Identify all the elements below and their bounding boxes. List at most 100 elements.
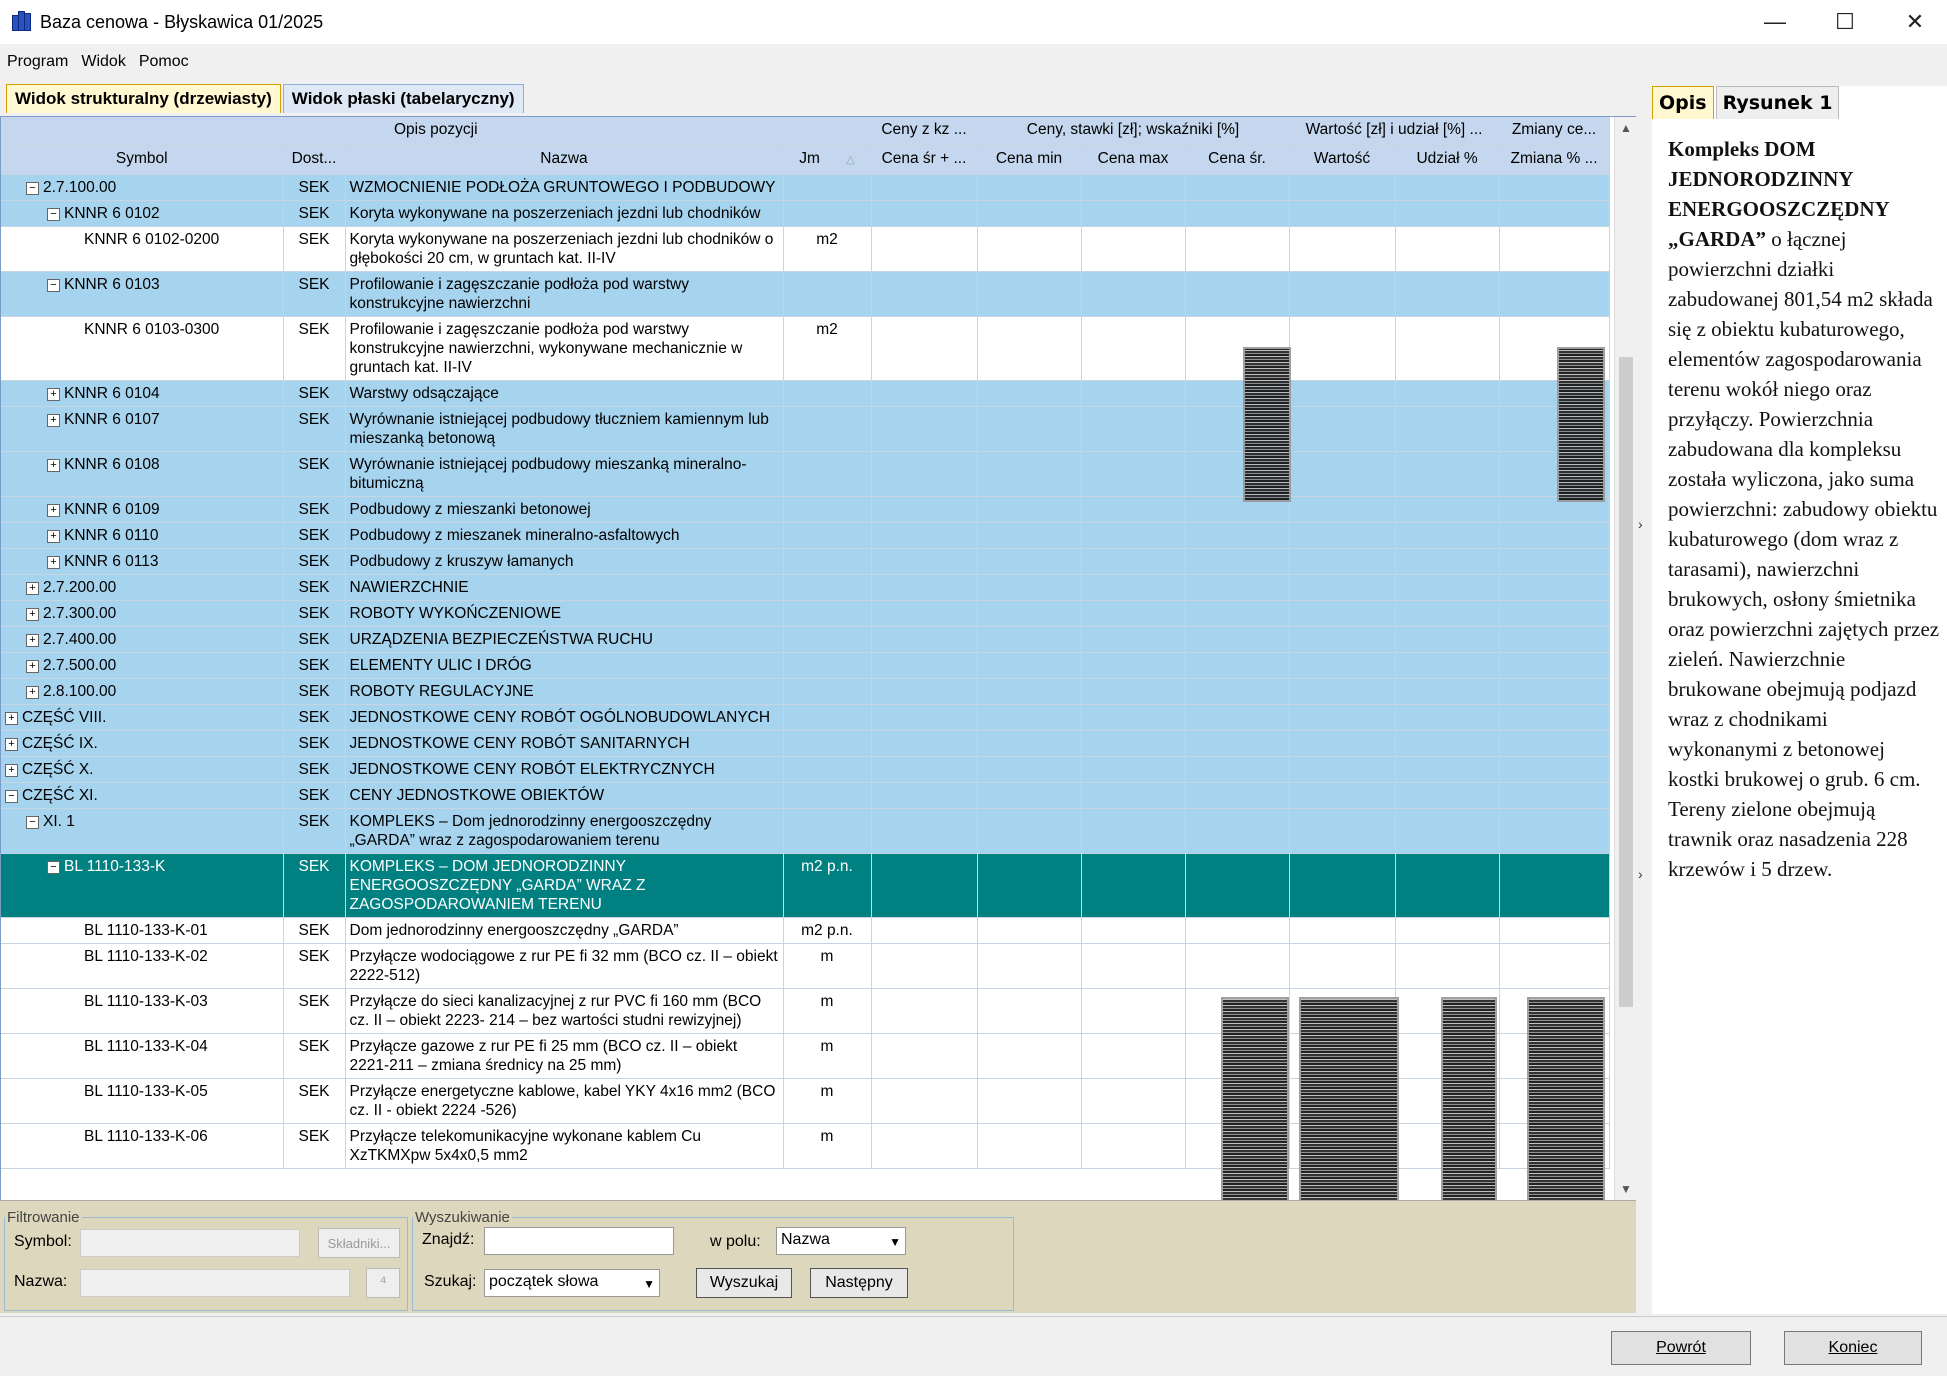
scroll-up-icon[interactable]: ▲ (1615, 121, 1637, 135)
symbol-cell[interactable]: BL 1110-133-K-02 (1, 943, 284, 989)
nazwa-filter-apply-button[interactable]: ⁴ (366, 1268, 400, 1298)
collapse-arrow-icon[interactable]: › (1638, 516, 1643, 532)
table-row[interactable]: −2.7.100.00 SEK WZMOCNIENIE PODŁOŻA GRUNTO… (1, 174, 1610, 201)
scrollbar-thumb[interactable] (1619, 357, 1633, 1007)
symbol-filter-input[interactable] (80, 1229, 300, 1257)
collapse-icon[interactable]: − (5, 790, 18, 803)
symbol-cell[interactable]: +2.7.400.00 (1, 626, 284, 653)
table-row[interactable]: − CZĘŚĆ XI. SEK CENY JEDNOSTKOWE OBIEKTÓW (1, 782, 1610, 809)
col-dost[interactable]: Dost... (283, 145, 346, 175)
table-row[interactable]: + CZĘŚĆ IX. SEK JEDNOSTKOWE CENY ROBÓT SANI… (1, 730, 1610, 757)
symbol-cell[interactable]: BL 1110-133-K-04 (1, 1033, 284, 1079)
symbol-cell[interactable]: + KNNR 6 0113 (1, 548, 284, 575)
search-input[interactable] (484, 1227, 674, 1255)
symbol-cell[interactable]: +2.7.200.00 (1, 574, 284, 601)
expand-icon[interactable]: + (5, 764, 18, 777)
next-button[interactable]: Następny (810, 1268, 908, 1298)
collapse-icon[interactable]: − (47, 861, 60, 874)
symbol-cell[interactable]: +2.8.100.00 (1, 678, 284, 705)
table-row[interactable]: BL 1110-133-K-02 SEK Przyłącze wodociągowe… (1, 943, 1610, 989)
grid-vertical-scrollbar[interactable]: ▲ ▼ (1614, 117, 1637, 1200)
symbol-cell[interactable]: − XI. 1 (1, 808, 284, 854)
expand-icon[interactable]: + (5, 738, 18, 751)
col-udzial[interactable]: Udział % (1395, 145, 1500, 175)
menu-pomoc[interactable]: Pomoc (139, 53, 189, 71)
minimize-button[interactable]: — (1740, 0, 1810, 44)
menu-widok[interactable]: Widok (81, 53, 125, 71)
symbol-cell[interactable]: + KNNR 6 0107 (1, 406, 284, 452)
search-field-select[interactable]: Nazwa ▼ (776, 1227, 906, 1255)
panel-splitter[interactable]: › › (1636, 116, 1652, 1316)
symbol-cell[interactable]: − KNNR 6 0102 (1, 200, 284, 227)
expand-icon[interactable]: + (47, 414, 60, 427)
table-row[interactable]: KNNR 6 0103-0300 SEK Profilowanie i zagęsz… (1, 316, 1610, 381)
collapse-icon[interactable]: − (26, 816, 39, 829)
expand-icon[interactable]: + (47, 530, 60, 543)
search-mode-select[interactable]: początek słowa ▼ (484, 1269, 660, 1297)
table-row[interactable]: + KNNR 6 0104 SEK Warstwy odsączające (1, 380, 1610, 407)
symbol-cell[interactable]: − CZĘŚĆ XI. (1, 782, 284, 809)
table-row[interactable]: + CZĘŚĆ X. SEK JEDNOSTKOWE CENY ROBÓT ELEKT… (1, 756, 1610, 783)
symbol-cell[interactable]: + KNNR 6 0104 (1, 380, 284, 407)
table-row[interactable]: +2.7.300.00 SEK ROBOTY WYKOŃCZENIOWE (1, 600, 1610, 627)
table-row[interactable]: + KNNR 6 0108 SEK Wyrównanie istniejącej po… (1, 451, 1610, 497)
nazwa-filter-input[interactable] (80, 1269, 350, 1297)
close-button[interactable]: ✕ (1880, 0, 1947, 44)
table-row[interactable]: +2.7.500.00 SEK ELEMENTY ULIC I DRÓG (1, 652, 1610, 679)
expand-icon[interactable]: + (26, 582, 39, 595)
col-zmiana[interactable]: Zmiana % ... (1499, 145, 1610, 175)
symbol-cell[interactable]: + CZĘŚĆ IX. (1, 730, 284, 757)
expand-icon[interactable]: + (47, 556, 60, 569)
table-row[interactable]: + KNNR 6 0107 SEK Wyrównanie istniejącej po… (1, 406, 1610, 452)
table-row[interactable]: − XI. 1 SEK KOMPLEKS – Dom jednorodzinny en… (1, 808, 1610, 854)
tab-rysunek-1[interactable]: Rysunek 1 (1715, 86, 1840, 119)
expand-icon[interactable]: + (26, 660, 39, 673)
table-row[interactable]: + CZĘŚĆ VIII. SEK JEDNOSTKOWE CENY ROBÓT OG… (1, 704, 1610, 731)
col-cena-sr-plus[interactable]: Cena śr + ... (871, 145, 978, 175)
tab-opis[interactable]: Opis (1652, 86, 1714, 119)
col-cena-sr[interactable]: Cena śr. (1185, 145, 1290, 175)
col-cena-max[interactable]: Cena max (1081, 145, 1186, 175)
col-wartosc[interactable]: Wartość (1289, 145, 1396, 175)
symbol-cell[interactable]: −2.7.100.00 (1, 174, 284, 201)
table-row[interactable]: KNNR 6 0102-0200 SEK Koryta wykonywane na … (1, 226, 1610, 272)
collapse-icon[interactable]: − (47, 279, 60, 292)
expand-icon[interactable]: + (47, 388, 60, 401)
symbol-cell[interactable]: BL 1110-133-K-03 (1, 988, 284, 1034)
expand-icon[interactable]: + (47, 504, 60, 517)
table-row[interactable]: + KNNR 6 0110 SEK Podbudowy z mieszanek min… (1, 522, 1610, 549)
expand-icon[interactable]: + (26, 634, 39, 647)
maximize-button[interactable]: ☐ (1810, 0, 1880, 44)
symbol-cell[interactable]: − BL 1110-133-K (1, 853, 284, 918)
symbol-cell[interactable]: + KNNR 6 0108 (1, 451, 284, 497)
symbol-cell[interactable]: + CZĘŚĆ X. (1, 756, 284, 783)
col-cena-min[interactable]: Cena min (977, 145, 1082, 175)
skladniki-button[interactable]: Składniki... (318, 1228, 400, 1258)
table-row[interactable]: − KNNR 6 0103 SEK Profilowanie i zagęszczan… (1, 271, 1610, 317)
col-jm[interactable]: Jm △ (783, 145, 872, 175)
expand-icon[interactable]: + (47, 459, 60, 472)
col-symbol[interactable]: Symbol (1, 145, 284, 175)
end-button[interactable]: Koniec (1784, 1331, 1922, 1365)
expand-icon[interactable]: + (26, 686, 39, 699)
table-row[interactable]: +2.7.400.00 SEK URZĄDZENIA BEZPIECZEŃSTWA … (1, 626, 1610, 653)
symbol-cell[interactable]: − KNNR 6 0103 (1, 271, 284, 317)
table-row[interactable]: + KNNR 6 0109 SEK Podbudowy z mieszanki bet… (1, 496, 1610, 523)
symbol-cell[interactable]: KNNR 6 0102-0200 (1, 226, 284, 272)
table-row[interactable]: +2.7.200.00 SEK NAWIERZCHNIE (1, 574, 1610, 601)
table-row[interactable]: +2.8.100.00 SEK ROBOTY REGULACYJNE (1, 678, 1610, 705)
symbol-cell[interactable]: BL 1110-133-K-06 (1, 1123, 284, 1169)
tab-flat-view[interactable]: Widok płaski (tabelaryczny) (282, 84, 524, 113)
expand-icon[interactable]: + (5, 712, 18, 725)
table-row[interactable]: BL 1110-133-K-01 SEK Dom jednorodzinny ene… (1, 917, 1610, 944)
symbol-cell[interactable]: BL 1110-133-K-01 (1, 917, 284, 944)
back-button[interactable]: Powrót (1611, 1331, 1751, 1365)
table-row[interactable]: + KNNR 6 0113 SEK Podbudowy z kruszyw łaman… (1, 548, 1610, 575)
search-button[interactable]: Wyszukaj (696, 1268, 792, 1298)
col-nazwa[interactable]: Nazwa (345, 145, 784, 175)
symbol-cell[interactable]: KNNR 6 0103-0300 (1, 316, 284, 381)
expand-arrow-icon[interactable]: › (1638, 866, 1643, 882)
table-row[interactable]: − KNNR 6 0102 SEK Koryta wykonywane na posz… (1, 200, 1610, 227)
collapse-icon[interactable]: − (47, 208, 60, 221)
symbol-cell[interactable]: +2.7.500.00 (1, 652, 284, 679)
